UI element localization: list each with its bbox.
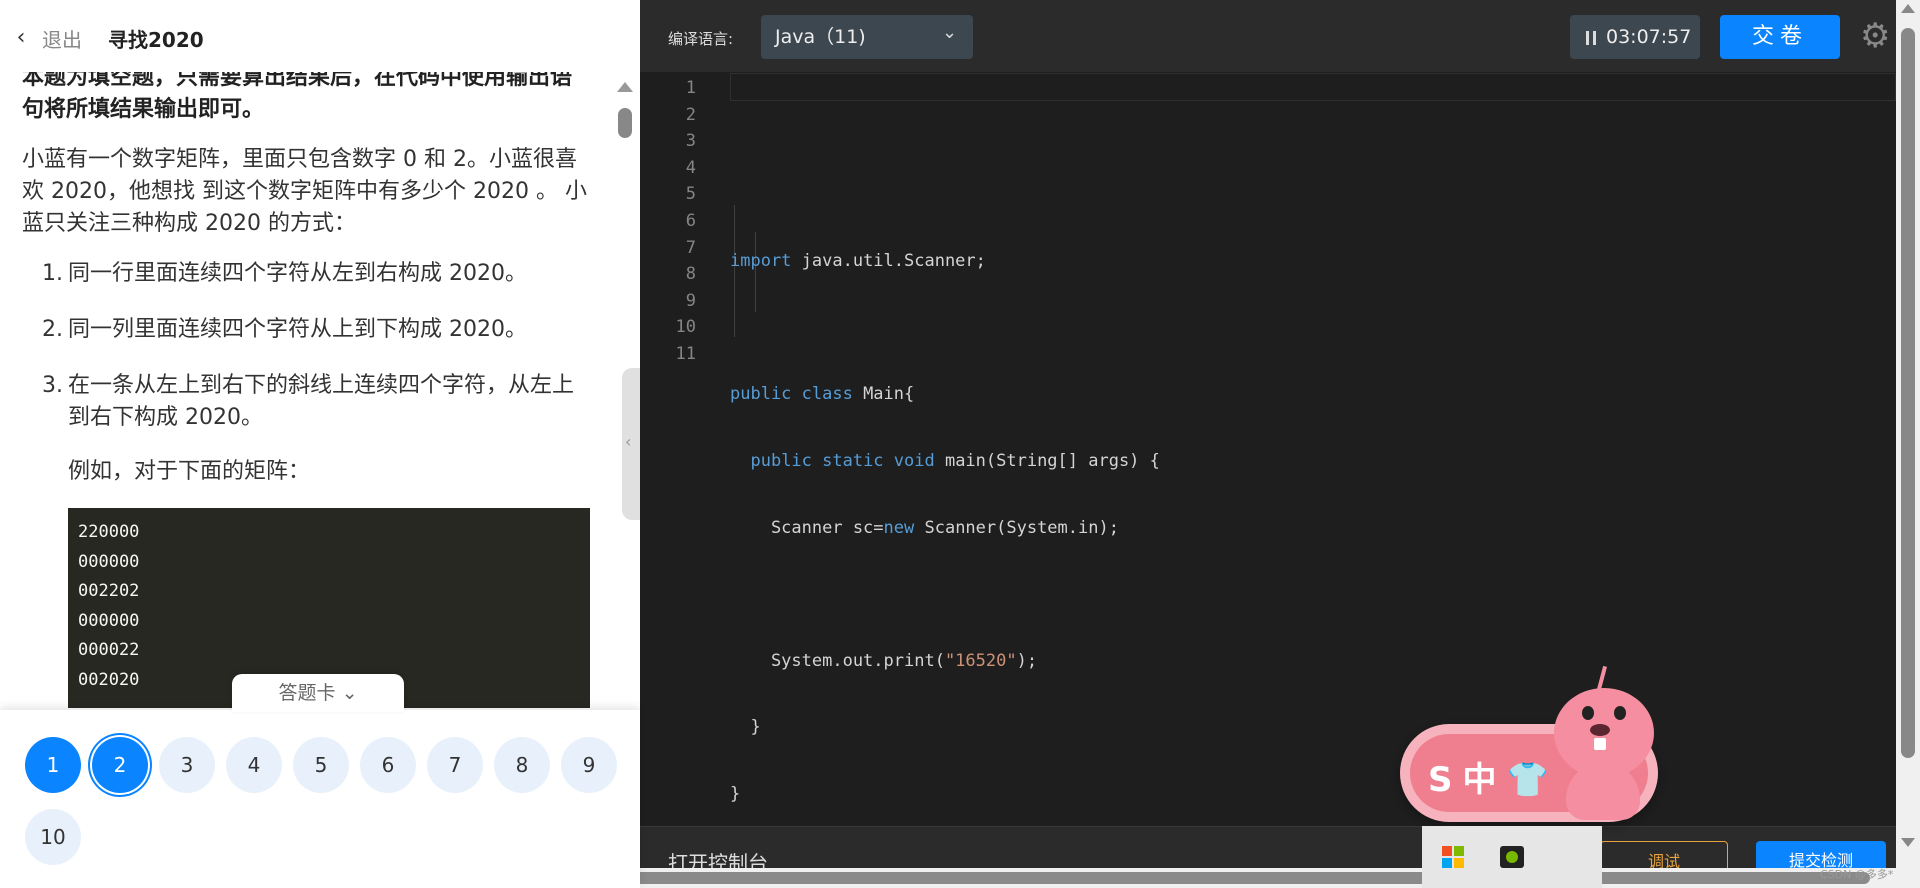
open-console-button[interactable]: 打开控制台: [668, 847, 768, 868]
problem-scrollbar-thumb[interactable]: [618, 108, 632, 138]
problem-description: 小蓝有一个数字矩阵，里面只包含数字 0 和 2。小蓝很喜欢 2020，他想找 到…: [22, 147, 587, 236]
matrix-row: 000022: [78, 640, 140, 660]
question-button-4[interactable]: 4: [226, 737, 282, 793]
chevron-down-icon: ⌄: [942, 22, 958, 43]
rule-list: 1. 同一行里面连续四个字符从左到右构成 2020。 2. 同一列里面连续四个字符从…: [22, 258, 588, 434]
matrix-row: 000000: [78, 610, 140, 631]
code-line: System.out.print("16520");: [730, 650, 1038, 671]
list-item: 2. 同一列里面连续四个字符从上到下构成 2020。: [42, 314, 588, 346]
submit-exam-button[interactable]: 交卷: [1720, 15, 1840, 59]
question-button-9[interactable]: 9: [561, 737, 617, 793]
mascot-tuft: [1596, 665, 1608, 691]
answer-card-panel: 1 2 3 4 5 6 7 8 9 10: [0, 710, 640, 888]
question-button-1[interactable]: 1: [25, 737, 81, 793]
list-number: 1.: [42, 261, 63, 286]
line-number: 3: [685, 131, 696, 152]
chevron-left-icon: ‹: [625, 432, 632, 451]
problem-header: ‹ 退出 寻找2020: [0, 0, 640, 72]
vertical-scrollbar[interactable]: [1896, 0, 1920, 888]
console-bar: 打开控制台 调试 提交检测: [640, 826, 1896, 868]
code-line: }: [730, 717, 761, 738]
code-line: }: [730, 783, 741, 804]
list-item: 1. 同一行里面连续四个字符从左到右构成 2020。: [42, 258, 588, 290]
mascot-eye: [1582, 706, 1594, 720]
code-line: public class Main{: [730, 384, 915, 405]
page-title: 寻找2020: [108, 28, 204, 52]
matrix-row: 220000: [78, 522, 140, 542]
line-number: 9: [685, 290, 696, 311]
nvidia-icon[interactable]: [1500, 846, 1524, 868]
question-button-10[interactable]: 10: [25, 809, 81, 865]
list-text: 同一行里面连续四个字符从左到右构成 2020。: [68, 261, 527, 286]
matrix-row: 000000: [78, 551, 140, 572]
mascot-nose: [1590, 724, 1610, 736]
line-number-gutter: 1 2 3 4 5 6 7 8 9 10 11: [640, 75, 696, 368]
answer-card-label: 答题卡: [278, 682, 336, 704]
question-button-5[interactable]: 5: [293, 737, 349, 793]
ime-mascot-icon: [1548, 662, 1658, 822]
submit-check-button[interactable]: 提交检测: [1756, 841, 1886, 868]
scroll-up-arrow[interactable]: [1901, 4, 1915, 13]
list-item: 3. 在一条从左上到右下的斜线上连续四个字符，从左上到右下构成 2020。: [42, 370, 588, 434]
scroll-down-arrow[interactable]: [1901, 838, 1915, 847]
list-number: 2.: [42, 317, 63, 342]
matrix-row: 002202: [78, 581, 140, 601]
code-line: Scanner sc=new Scanner(System.in);: [730, 517, 1119, 538]
line-number: 7: [685, 237, 696, 258]
scrollbar-thumb[interactable]: [1901, 28, 1915, 758]
answer-card-tab[interactable]: 答题卡 ⌄: [232, 674, 404, 712]
list-text: 在一条从左上到右下的斜线上连续四个字符，从左上到右下构成 2020。: [68, 373, 575, 430]
problem-content: 本题为填空题，只需要算出结果后，在代码中使用输出语句将所填结果输出即可。 小蓝有…: [0, 60, 610, 710]
language-label: 编译语言:: [668, 30, 734, 48]
question-button-2[interactable]: 2: [92, 737, 148, 793]
timer-value: 03:07:57: [1606, 26, 1692, 48]
ime-status-icons[interactable]: S中👕: [1428, 752, 1559, 801]
chevron-left-icon[interactable]: ‹: [12, 26, 30, 50]
line-number: 8: [685, 264, 696, 285]
question-button-3[interactable]: 3: [159, 737, 215, 793]
line-number: 1: [685, 78, 696, 98]
scroll-up-arrow[interactable]: [617, 82, 633, 92]
watermark: CSDN @多多*: [1820, 868, 1894, 881]
gear-icon[interactable]: ⚙: [1860, 18, 1896, 54]
question-button-8[interactable]: 8: [494, 737, 550, 793]
mascot-tooth: [1594, 738, 1606, 750]
line-number: 5: [685, 184, 696, 205]
code-line: import java.util.Scanner;: [730, 251, 986, 272]
line-number: 10: [675, 317, 696, 338]
debug-button[interactable]: 调试: [1600, 841, 1728, 868]
code-lines[interactable]: import java.util.Scanner; public class M…: [730, 75, 1160, 848]
line-number: 6: [685, 210, 696, 231]
question-button-7[interactable]: 7: [427, 737, 483, 793]
line-number: 2: [685, 104, 696, 125]
timer[interactable]: 03:07:57: [1570, 15, 1700, 59]
chevron-down-icon: ⌄: [341, 682, 358, 704]
collapse-panel-handle[interactable]: ‹: [622, 368, 640, 520]
line-number: 4: [685, 157, 696, 178]
code-line: public static void main(String[] args) {: [750, 450, 1160, 471]
mascot-eye: [1614, 706, 1626, 720]
windows-app-icon[interactable]: [1442, 846, 1464, 868]
language-value: Java（11): [775, 26, 866, 48]
question-button-6[interactable]: 6: [360, 737, 416, 793]
back-button[interactable]: 退出: [42, 24, 82, 53]
pause-icon[interactable]: [1586, 30, 1596, 45]
problem-panel: ‹ 退出 寻找2020 本题为填空题，只需要算出结果后，在代码中使用输出语句将所…: [0, 0, 640, 888]
line-number: 11: [675, 343, 696, 364]
app-root: ‹ 退出 寻找2020 本题为填空题，只需要算出结果后，在代码中使用输出语句将所…: [0, 0, 1920, 888]
list-text: 同一列里面连续四个字符从上到下构成 2020。: [68, 317, 527, 342]
example-label: 例如，对于下面的矩阵：: [68, 459, 311, 484]
list-number: 3.: [42, 373, 63, 398]
